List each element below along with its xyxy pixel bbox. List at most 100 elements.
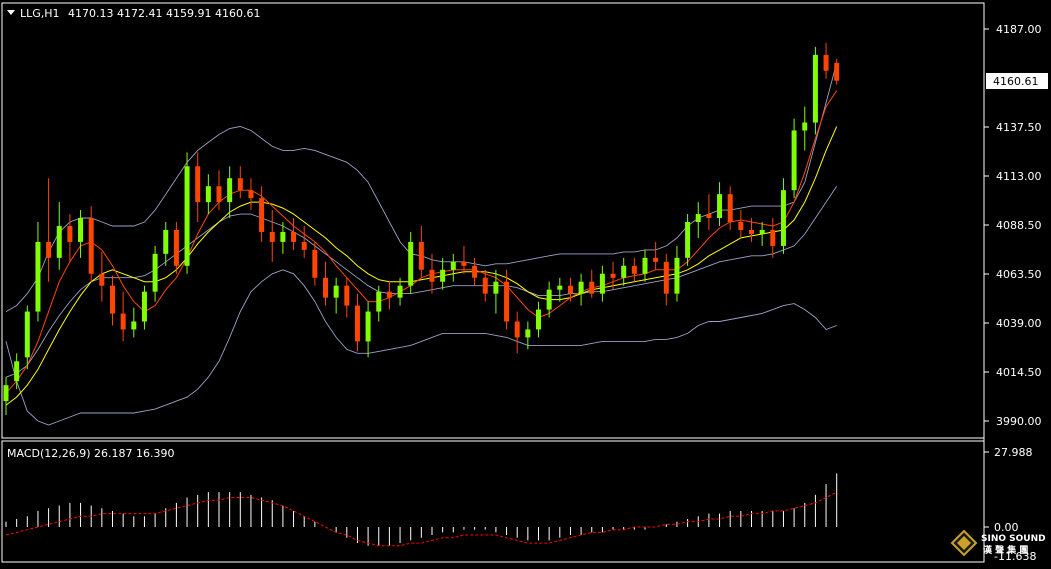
candle bbox=[770, 218, 776, 258]
candle-body bbox=[173, 229, 179, 266]
candle-body bbox=[110, 285, 115, 314]
candle-body bbox=[823, 54, 829, 71]
candle bbox=[3, 377, 9, 416]
current-price-label: 4160.61 bbox=[993, 75, 1039, 88]
candle-body bbox=[152, 253, 158, 292]
trading-chart[interactable]: LLG,H1 4170.13 4172.41 4159.91 4160.61 4… bbox=[0, 0, 1051, 565]
macd-tick-label: 27.988 bbox=[994, 446, 1033, 459]
candle-body bbox=[706, 214, 712, 219]
candle bbox=[621, 257, 627, 286]
candle-body bbox=[35, 241, 41, 312]
candle-body bbox=[386, 291, 392, 298]
candle bbox=[812, 46, 818, 135]
chart-canvas[interactable]: LLG,H1 4170.13 4172.41 4159.91 4160.61 4… bbox=[0, 0, 1051, 565]
candle-body bbox=[205, 186, 211, 203]
dropdown-triangle-icon[interactable] bbox=[7, 10, 15, 15]
candle-body bbox=[333, 285, 339, 298]
candle-body bbox=[88, 218, 94, 274]
candle bbox=[227, 166, 233, 219]
candle-body bbox=[280, 231, 286, 242]
candle bbox=[354, 293, 360, 352]
candle bbox=[738, 210, 744, 238]
candle bbox=[450, 253, 456, 282]
candlesticks bbox=[3, 42, 840, 416]
candle-body bbox=[780, 190, 786, 246]
candle bbox=[706, 194, 712, 230]
candle-body bbox=[141, 291, 147, 322]
price-tick-label: 4137.50 bbox=[996, 121, 1042, 134]
candle bbox=[344, 277, 350, 318]
candle-body bbox=[301, 241, 307, 250]
ohlc-values: 4170.13 4172.41 4159.91 4160.61 bbox=[68, 7, 260, 20]
candle bbox=[386, 281, 392, 310]
candle bbox=[695, 202, 701, 238]
candle-body bbox=[24, 311, 30, 358]
candle bbox=[88, 206, 94, 282]
bb-lower-line bbox=[5, 269, 837, 426]
candle-body bbox=[163, 229, 169, 254]
candle bbox=[312, 241, 318, 286]
candle bbox=[653, 241, 659, 270]
candle-body bbox=[663, 261, 669, 294]
candle bbox=[35, 222, 41, 322]
candle-body bbox=[642, 257, 648, 274]
candle-body bbox=[685, 222, 691, 258]
candle-body bbox=[557, 285, 563, 290]
candle bbox=[46, 178, 52, 282]
price-tick-label: 3990.00 bbox=[996, 415, 1042, 428]
candle-body bbox=[738, 222, 744, 230]
candle-body bbox=[248, 190, 254, 199]
candle-body bbox=[397, 285, 403, 298]
candle-body bbox=[504, 281, 510, 322]
candle-body bbox=[461, 261, 467, 266]
candle-body bbox=[78, 218, 84, 242]
price-tick-label: 4039.00 bbox=[996, 317, 1042, 330]
candle bbox=[78, 210, 84, 258]
logo-title: SINO SOUND bbox=[981, 534, 1046, 544]
candle-body bbox=[546, 289, 552, 310]
candle-body bbox=[791, 130, 797, 191]
candle bbox=[578, 273, 584, 306]
candle bbox=[536, 301, 541, 338]
candle-body bbox=[589, 281, 595, 294]
candle-body bbox=[525, 329, 531, 338]
candle-body bbox=[3, 385, 9, 402]
candle-body bbox=[195, 166, 201, 203]
macd-signal-line bbox=[5, 491, 837, 547]
candle bbox=[472, 257, 478, 286]
candle-body bbox=[429, 269, 435, 282]
candle-body bbox=[440, 269, 446, 282]
candle bbox=[333, 277, 339, 314]
candle-body bbox=[418, 241, 424, 270]
bb-middle-line bbox=[5, 185, 838, 378]
candle-body bbox=[259, 198, 265, 232]
candle bbox=[301, 225, 307, 258]
candle bbox=[685, 214, 691, 266]
candle-body bbox=[674, 257, 680, 294]
candle bbox=[141, 285, 147, 330]
candle-body bbox=[237, 178, 243, 191]
candle-body bbox=[56, 225, 62, 258]
candle bbox=[514, 311, 520, 354]
candle-body bbox=[99, 273, 105, 286]
candle bbox=[780, 178, 786, 254]
candle-body bbox=[376, 291, 382, 312]
price-tick-label: 4088.50 bbox=[996, 219, 1042, 232]
candle bbox=[599, 265, 605, 302]
candle-body bbox=[46, 241, 52, 258]
candle-body bbox=[727, 194, 733, 223]
price-tick-label: 4113.00 bbox=[996, 170, 1042, 183]
candle-body bbox=[621, 265, 627, 278]
candle bbox=[120, 291, 126, 342]
candle bbox=[440, 257, 446, 290]
candle bbox=[56, 202, 62, 270]
candle-body bbox=[67, 225, 73, 242]
candle-body bbox=[695, 214, 701, 223]
candle bbox=[131, 307, 137, 338]
candle bbox=[24, 305, 30, 370]
candle-body bbox=[291, 231, 297, 242]
candle-body bbox=[365, 311, 371, 342]
candle-body bbox=[599, 273, 605, 294]
candle bbox=[248, 178, 254, 211]
candle bbox=[237, 166, 243, 199]
